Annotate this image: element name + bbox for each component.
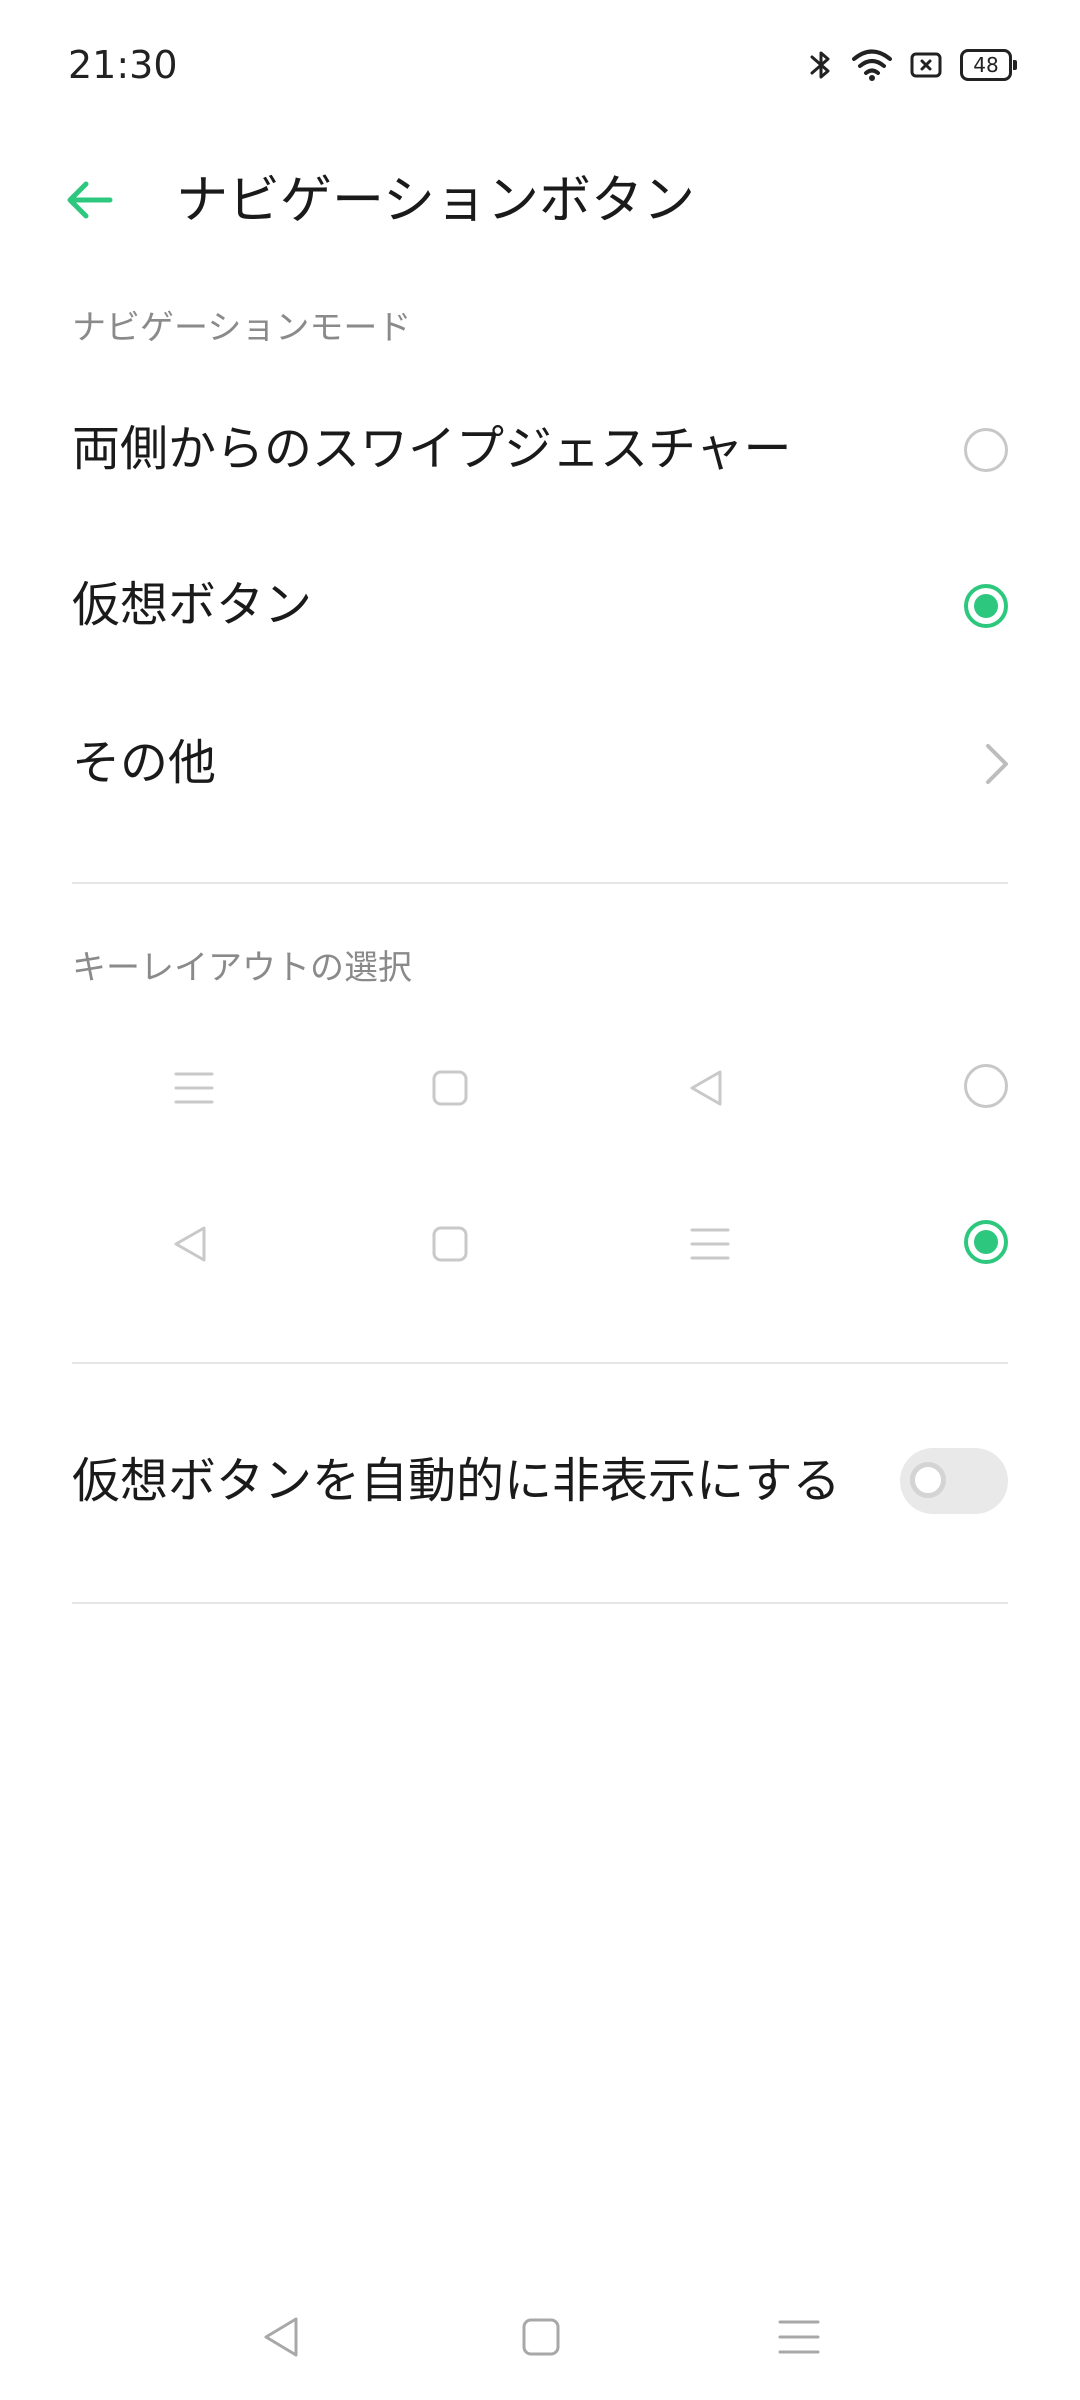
back-triangle-icon <box>690 1070 722 1106</box>
home-square-icon[interactable] <box>516 2312 566 2362</box>
radio-key-layout-2[interactable] <box>964 1220 1008 1264</box>
battery-icon: 48 <box>960 49 1017 81</box>
radio-virtual-buttons[interactable] <box>964 584 1008 628</box>
status-icons: 48 <box>808 42 1017 88</box>
status-time: 21:30 <box>68 43 178 87</box>
divider <box>72 1362 1008 1364</box>
back-triangle-icon[interactable] <box>256 2312 306 2362</box>
section-label-key-layout: キーレイアウトの選択 <box>72 948 412 988</box>
home-square-icon <box>432 1070 468 1106</box>
section-label-navigation-mode: ナビゲーションモード <box>72 308 412 348</box>
sim-card-icon <box>910 52 942 78</box>
option-swipe-gestures-label[interactable]: 両側からのスワイプジェスチャー <box>72 418 792 480</box>
menu-icon <box>174 1072 214 1104</box>
home-square-icon <box>432 1226 468 1262</box>
auto-hide-label: 仮想ボタンを自動的に非表示にする <box>72 1453 841 1509</box>
back-triangle-icon <box>174 1226 206 1262</box>
chevron-right-icon[interactable] <box>982 740 1012 788</box>
menu-icon[interactable] <box>774 2312 824 2362</box>
divider <box>72 1602 1008 1604</box>
page-title: ナビゲーションボタン <box>176 171 695 231</box>
menu-icon <box>690 1228 730 1260</box>
radio-swipe-gestures[interactable] <box>964 428 1008 472</box>
option-virtual-buttons-label[interactable]: 仮想ボタン <box>72 574 312 636</box>
auto-hide-toggle[interactable] <box>900 1448 1008 1514</box>
radio-key-layout-1[interactable] <box>964 1064 1008 1108</box>
wifi-icon <box>852 49 892 81</box>
bluetooth-icon <box>810 51 830 79</box>
arrow-left-icon[interactable] <box>60 170 120 230</box>
toggle-knob <box>910 1462 946 1498</box>
other-settings-label[interactable]: その他 <box>72 732 216 794</box>
divider <box>72 882 1008 884</box>
